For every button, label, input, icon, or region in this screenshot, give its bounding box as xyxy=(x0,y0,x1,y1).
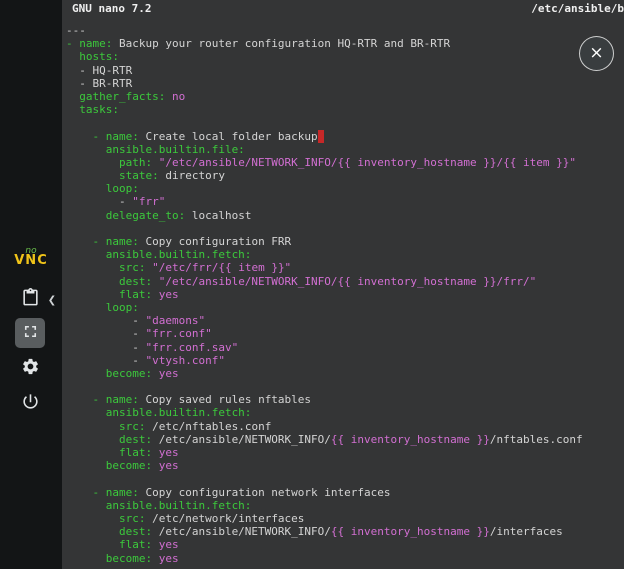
clipboard-button[interactable] xyxy=(15,284,45,314)
terminal-line: flat: yes xyxy=(66,538,624,551)
settings-button[interactable] xyxy=(15,353,45,383)
terminal-line: tasks: xyxy=(66,103,624,116)
terminal-line: - "frr" xyxy=(66,195,624,208)
terminal-line: - BR-RTR xyxy=(66,77,624,90)
terminal-line: loop: xyxy=(66,182,624,195)
terminal-line: become: yes xyxy=(66,367,624,380)
clipboard-icon xyxy=(21,288,40,310)
terminal-line: - name: Create local folder backup xyxy=(66,130,624,143)
terminal-line: dest: /etc/ansible/NETWORK_INFO/{{ inven… xyxy=(66,433,624,446)
terminal-line: src: /etc/nftables.conf xyxy=(66,420,624,433)
terminal-line: flat: yes xyxy=(66,446,624,459)
terminal-line xyxy=(66,116,624,129)
novnc-logo-vnc: VNC xyxy=(0,256,62,266)
terminal-line: ansible.builtin.fetch: xyxy=(66,406,624,419)
terminal-line: hosts: xyxy=(66,50,624,63)
terminal-line: ansible.builtin.fetch: xyxy=(66,499,624,512)
fullscreen-button[interactable] xyxy=(15,318,45,348)
terminal-line: dest: /etc/ansible/NETWORK_INFO/{{ inven… xyxy=(66,525,624,538)
terminal-line: - name: Copy saved rules nftables xyxy=(66,393,624,406)
terminal-line xyxy=(66,380,624,393)
fullscreen-icon xyxy=(21,322,40,344)
close-icon: × xyxy=(589,45,603,62)
terminal[interactable]: GNU nano 7.2 /etc/ansible/b ---- name: B… xyxy=(62,0,624,569)
editor-content: ---- name: Backup your router configurat… xyxy=(62,18,624,565)
terminal-line: become: yes xyxy=(66,459,624,472)
terminal-line: flat: yes xyxy=(66,288,624,301)
terminal-line: - "daemons" xyxy=(66,314,624,327)
terminal-line: - name: Copy configuration network inter… xyxy=(66,486,624,499)
vnc-sidebar: no VNC ❮ xyxy=(0,0,62,569)
disconnect-button[interactable] xyxy=(15,388,45,418)
terminal-line: dest: "/etc/ansible/NETWORK_INFO/{{ inve… xyxy=(66,275,624,288)
nano-version: GNU nano 7.2 xyxy=(72,2,151,15)
terminal-line xyxy=(66,222,624,235)
terminal-line: src: "/etc/frr/{{ item }}" xyxy=(66,261,624,274)
terminal-line: - HQ-RTR xyxy=(66,64,624,77)
terminal-line xyxy=(66,472,624,485)
close-button[interactable]: × xyxy=(579,36,614,71)
terminal-line: ansible.builtin.file: xyxy=(66,143,624,156)
chevron-left-icon: ❮ xyxy=(48,295,56,306)
novnc-logo: no VNC xyxy=(0,246,62,266)
terminal-line: - name: Backup your router configuration… xyxy=(66,37,624,50)
terminal-line: path: "/etc/ansible/NETWORK_INFO/{{ inve… xyxy=(66,156,624,169)
terminal-line: - name: Copy configuration FRR xyxy=(66,235,624,248)
terminal-line: - "vtysh.conf" xyxy=(66,354,624,367)
gear-icon xyxy=(21,357,40,379)
terminal-line: - "frr.conf.sav" xyxy=(66,341,624,354)
power-icon xyxy=(21,392,40,414)
nano-titlebar: GNU nano 7.2 /etc/ansible/b xyxy=(62,0,624,18)
terminal-line: - "frr.conf" xyxy=(66,327,624,340)
terminal-line: gather_facts: no xyxy=(66,90,624,103)
file-path: /etc/ansible/b xyxy=(531,2,624,15)
terminal-line: ansible.builtin.fetch: xyxy=(66,248,624,261)
controlbar-collapse-handle[interactable]: ❮ xyxy=(44,290,60,310)
terminal-line: delegate_to: localhost xyxy=(66,209,624,222)
terminal-line: loop: xyxy=(66,301,624,314)
terminal-line: become: yes xyxy=(66,552,624,565)
terminal-line: src: /etc/network/interfaces xyxy=(66,512,624,525)
terminal-line: state: directory xyxy=(66,169,624,182)
terminal-line: --- xyxy=(66,24,624,37)
